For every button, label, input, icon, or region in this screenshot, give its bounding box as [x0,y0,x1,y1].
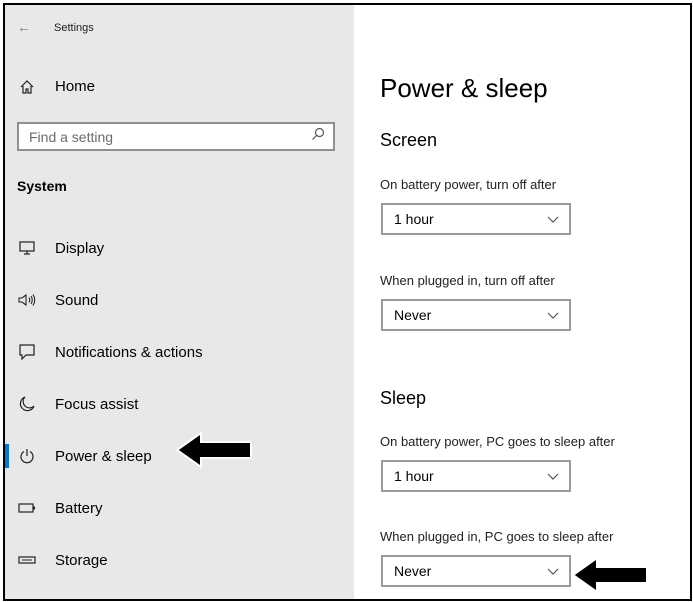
sidebar-item-notifications[interactable]: Notifications & actions [17,338,203,366]
sidebar-item-label: Notifications & actions [55,343,203,361]
notification-icon [17,344,37,360]
section-heading-screen: Screen [380,130,438,150]
chevron-down-icon [547,212,559,227]
sidebar-item-sound[interactable]: Sound [17,286,98,314]
display-icon [17,241,37,255]
search-input[interactable]: Find a setting [17,122,335,151]
dropdown-value: 1 hour [394,468,434,484]
chevron-down-icon [547,469,559,484]
sidebar-item-label: Battery [55,499,103,517]
sidebar-item-label: Sound [55,291,99,309]
screen-battery-label: On battery power, turn off after [380,177,557,192]
search-icon[interactable] [311,127,325,146]
sleep-battery-dropdown[interactable]: 1 hour [381,460,571,492]
chevron-down-icon [547,308,559,323]
sidebar-item-battery[interactable]: Battery [17,494,103,522]
page-title: Power & sleep [380,73,548,103]
home-nav-item[interactable]: Home [17,78,95,95]
moon-icon [17,396,37,412]
sleep-plugged-label: When plugged in, PC goes to sleep after [380,529,614,544]
settings-window: ← Settings Home Find a setting System Di… [3,3,692,601]
sidebar-item-label: Display [55,239,105,257]
search-placeholder: Find a setting [29,128,114,145]
sidebar: ← Settings Home Find a setting System Di… [5,5,354,599]
section-heading-sleep: Sleep [380,388,427,408]
speaker-icon [17,293,37,307]
sidebar-item-label: Focus assist [55,395,139,413]
section-heading-system: System [17,178,67,194]
home-icon [17,79,37,95]
sidebar-item-display[interactable]: Display [17,234,104,262]
home-label: Home [55,78,96,95]
annotation-arrow-icon [175,431,252,469]
screen-plugged-label: When plugged in, turn off after [380,273,555,288]
battery-icon [17,503,37,513]
sidebar-item-power-sleep[interactable]: Power & sleep [5,442,152,470]
dropdown-value: Never [394,307,432,323]
storage-icon [17,556,37,564]
sidebar-item-storage[interactable]: Storage [17,546,108,574]
sleep-plugged-dropdown[interactable]: Never [381,555,571,587]
sleep-battery-label: On battery power, PC goes to sleep after [380,434,615,449]
sidebar-item-partial [17,593,55,599]
window-title: Settings [54,22,94,34]
back-arrow-icon[interactable]: ← [17,19,31,35]
chevron-down-icon [547,564,559,579]
dropdown-value: 1 hour [394,211,434,227]
screen-battery-dropdown[interactable]: 1 hour [381,203,571,235]
dropdown-value: Never [394,563,432,579]
annotation-arrow-icon [571,556,648,594]
sidebar-item-label: Power & sleep [55,447,152,465]
sidebar-item-label: Storage [55,551,108,569]
screen-plugged-dropdown[interactable]: Never [381,299,571,331]
sidebar-item-focus-assist[interactable]: Focus assist [17,390,138,418]
power-icon [17,448,37,464]
